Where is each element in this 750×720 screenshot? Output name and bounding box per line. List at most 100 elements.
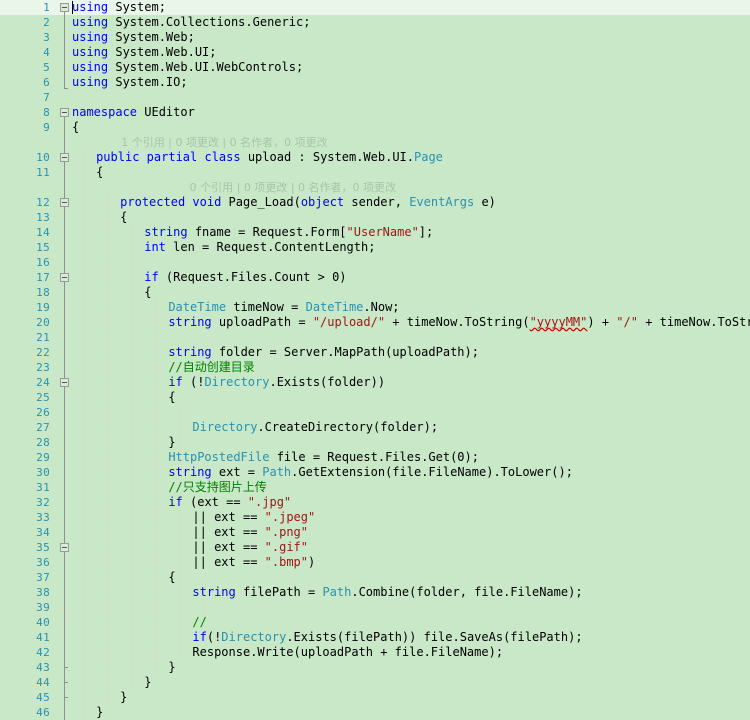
code-token-str: ".gif" xyxy=(264,540,308,554)
code-editor-surface[interactable]: 1 2 3 4 5 6 7 8 9 10 11 12 13 14 15 16 17 18 19 20 21 22 23 24 2… xyxy=(0,0,750,720)
code-line[interactable]: string filePath = Path.Combine(folder, f… xyxy=(72,585,750,600)
code-token-pln: || ext == xyxy=(192,525,265,539)
fold-toggle-fold-class-upload[interactable] xyxy=(60,153,69,162)
code-token-pln: .Now; xyxy=(363,300,400,314)
code-line[interactable]: || ext == ".gif" xyxy=(72,540,750,555)
code-line[interactable]: using System.IO; xyxy=(72,75,750,90)
fold-toggle-fold-if-request-files-count[interactable] xyxy=(60,273,69,282)
code-token-typ: Directory xyxy=(192,420,258,434)
code-line[interactable] xyxy=(72,255,750,270)
fold-toggle-fold-namespace-ueditor[interactable] xyxy=(60,108,69,117)
code-line[interactable]: Directory.CreateDirectory(folder); xyxy=(72,420,750,435)
code-line[interactable]: if(!Directory.Exists(filePath)) file.Sav… xyxy=(72,630,750,645)
line-number-gutter: 1 2 3 4 5 6 7 8 9 10 11 12 13 14 15 16 17 18 19 20 21 22 23 24 2… xyxy=(0,0,58,720)
code-line[interactable] xyxy=(72,330,750,345)
code-token-str_sq: "yyyyMM" xyxy=(529,315,588,329)
code-line[interactable]: string uploadPath = "/upload/" + timeNow… xyxy=(72,315,750,330)
code-token-pln: Page_Load( xyxy=(221,195,301,209)
code-line[interactable]: || ext == ".png" xyxy=(72,525,750,540)
code-line[interactable]: DateTime timeNow = DateTime.Now; xyxy=(72,300,750,315)
code-line[interactable]: if (!Directory.Exists(folder)) xyxy=(72,375,750,390)
code-token-pln: (! xyxy=(182,375,205,389)
code-line[interactable]: { xyxy=(72,210,750,225)
code-token-pln: || ext == xyxy=(192,510,265,524)
code-line[interactable]: { xyxy=(72,120,750,135)
code-token-pln: { xyxy=(72,120,80,134)
code-token-pln: } xyxy=(120,690,128,704)
code-line[interactable]: } xyxy=(72,690,750,705)
code-line[interactable]: { xyxy=(72,285,750,300)
code-line[interactable]: if (Request.Files.Count > 0) xyxy=(72,270,750,285)
line-number: 11 xyxy=(36,166,50,179)
code-token-kw: string xyxy=(168,465,212,479)
code-line[interactable]: using System.Collections.Generic; xyxy=(72,15,750,30)
code-line[interactable]: } xyxy=(72,660,750,675)
code-token-cmt: //自动创建目录 xyxy=(168,360,255,374)
code-line[interactable]: } xyxy=(72,675,750,690)
line-number: 37 xyxy=(36,571,50,584)
line-number: 36 xyxy=(36,556,50,569)
code-line[interactable]: Response.Write(uploadPath + file.FileNam… xyxy=(72,645,750,660)
code-line[interactable]: string ext = Path.GetExtension(file.File… xyxy=(72,465,750,480)
line-number: 32 xyxy=(36,496,50,509)
code-token-typ: Directory xyxy=(204,375,270,389)
line-number: 26 xyxy=(36,406,50,419)
code-line[interactable]: int len = Request.ContentLength; xyxy=(72,240,750,255)
code-line[interactable]: public partial class upload : System.Web… xyxy=(72,150,750,165)
code-token-pln: .GetExtension(file.FileName).ToLower(); xyxy=(291,465,573,479)
code-token-pln: (Request.Files.Count > 0) xyxy=(158,270,347,284)
code-token-pln: } xyxy=(168,660,176,674)
fold-toggle-fold-using-block[interactable] xyxy=(60,3,69,12)
code-line[interactable]: // xyxy=(72,615,750,630)
codelens-class-upload[interactable]: 1 个引用 | 0 项更改 | 0 名作者，0 项更改 xyxy=(121,135,327,150)
code-token-pln: System.Web.UI.WebControls; xyxy=(108,60,304,74)
code-line[interactable]: { xyxy=(72,165,750,180)
code-line[interactable] xyxy=(72,600,750,615)
code-line[interactable]: { xyxy=(72,390,750,405)
code-line[interactable]: namespace UEditor xyxy=(72,105,750,120)
code-line[interactable]: string folder = Server.MapPath(uploadPat… xyxy=(72,345,750,360)
code-line[interactable] xyxy=(72,405,750,420)
code-line[interactable]: { xyxy=(72,570,750,585)
code-token-pln: + timeNow.ToString( xyxy=(385,315,530,329)
fold-toggle-fold-if-not-directory-exists[interactable] xyxy=(60,378,69,387)
code-line[interactable]: //只支持图片上传 xyxy=(72,480,750,495)
line-number: 9 xyxy=(43,121,50,134)
code-token-pln: uploadPath = xyxy=(211,315,313,329)
code-token-pln: upload : System.Web.UI. xyxy=(240,150,414,164)
fold-toggle-fold-method-page-load[interactable] xyxy=(60,198,69,207)
code-line[interactable]: using System.Web.UI.WebControls; xyxy=(72,60,750,75)
text-caret xyxy=(72,1,73,14)
code-line[interactable]: HttpPostedFile file = Request.Files.Get(… xyxy=(72,450,750,465)
code-token-pln: .Combine(folder, file.FileName); xyxy=(351,585,583,599)
code-token-pln: filePath = xyxy=(235,585,323,599)
code-line[interactable]: || ext == ".jpeg" xyxy=(72,510,750,525)
code-token-pln: ext = xyxy=(211,465,263,479)
code-line[interactable]: //自动创建目录 xyxy=(72,360,750,375)
code-token-kw: if xyxy=(168,375,183,389)
code-line[interactable]: using System.Web; xyxy=(72,30,750,45)
code-line[interactable]: using System; xyxy=(72,0,750,15)
code-token-pln: e) xyxy=(474,195,496,209)
code-line[interactable]: } xyxy=(72,705,750,720)
code-line[interactable] xyxy=(72,90,750,105)
line-number: 39 xyxy=(36,601,50,614)
code-folding-column[interactable] xyxy=(58,0,72,720)
code-line[interactable]: if (ext == ".jpg" xyxy=(72,495,750,510)
code-token-pln: System.Web; xyxy=(108,30,195,44)
line-number: 8 xyxy=(43,106,50,119)
code-line[interactable]: string fname = Request.Form["UserName"]; xyxy=(72,225,750,240)
line-number: 6 xyxy=(43,76,50,89)
code-line[interactable]: || ext == ".bmp") xyxy=(72,555,750,570)
line-number: 24 xyxy=(36,376,50,389)
code-line[interactable]: protected void Page_Load(object sender, … xyxy=(72,195,750,210)
code-token-kw: using xyxy=(72,45,109,59)
code-line[interactable]: } xyxy=(72,435,750,450)
line-number: 31 xyxy=(36,481,50,494)
code-line[interactable]: using System.Web.UI; xyxy=(72,45,750,60)
code-content-area[interactable]: using System; using System.Collections.Ge… xyxy=(72,0,750,720)
fold-toggle-fold-if-ext-block[interactable] xyxy=(60,543,69,552)
codelens-method-page-load[interactable]: 0 个引用 | 0 项更改 | 0 名作者，0 项更改 xyxy=(190,180,396,195)
code-token-pln: { xyxy=(120,210,128,224)
code-token-str: "UserName" xyxy=(346,225,419,239)
